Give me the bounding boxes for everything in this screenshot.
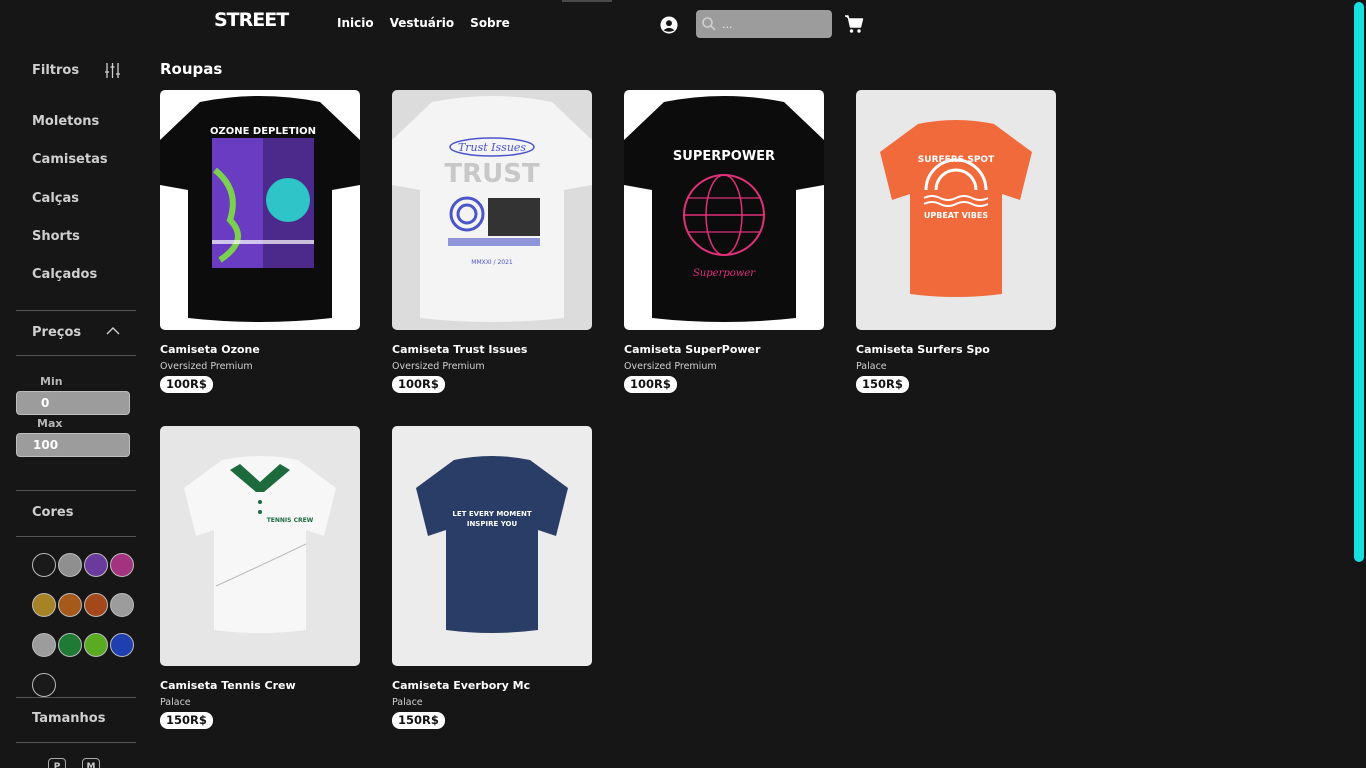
product-image[interactable]: LET EVERY MOMENT INSPIRE YOU <box>392 426 592 666</box>
product-brand: Palace <box>160 697 191 708</box>
min-price-input[interactable] <box>16 391 130 415</box>
logo[interactable]: STREET <box>214 9 289 31</box>
color-swatch[interactable] <box>110 593 134 617</box>
svg-text:SUPERPOWER: SUPERPOWER <box>673 149 775 164</box>
product-brand: Palace <box>392 697 423 708</box>
nav-sobre[interactable]: Sobre <box>470 16 510 30</box>
color-swatch[interactable] <box>58 553 82 577</box>
category-shorts[interactable]: Shorts <box>32 229 80 244</box>
product-image[interactable]: TENNIS CREW <box>160 426 360 666</box>
product-brand: Palace <box>856 361 887 372</box>
max-price-label: Max <box>37 417 63 430</box>
page-title: Roupas <box>160 60 223 78</box>
product-card[interactable]: LET EVERY MOMENT INSPIRE YOU Camiseta Ev… <box>392 426 592 731</box>
color-swatch[interactable] <box>58 633 82 657</box>
product-name[interactable]: Camiseta Surfers Spo <box>856 343 1056 356</box>
search-input[interactable] <box>722 15 826 33</box>
main-nav: Inicio Vestuário Sobre <box>337 16 526 30</box>
cart-icon[interactable] <box>844 14 864 34</box>
svg-text:Superpower: Superpower <box>693 268 756 279</box>
sizes-heading: Tamanhos <box>32 711 106 726</box>
product-name[interactable]: Camiseta Tennis Crew <box>160 679 360 692</box>
divider <box>16 697 136 698</box>
divider <box>16 490 136 491</box>
svg-text:TRUST: TRUST <box>444 159 540 189</box>
divider <box>16 742 136 743</box>
product-name[interactable]: Camiseta Trust Issues <box>392 343 592 356</box>
product-card[interactable]: Trust Issues TRUST MMXXI / 2021 Camiseta… <box>392 90 592 395</box>
top-bar: STREET Inicio Vestuário Sobre <box>0 0 1366 48</box>
product-brand: Oversized Premium <box>160 361 253 372</box>
product-price: 100R$ <box>624 376 677 393</box>
product-brand: Oversized Premium <box>392 361 485 372</box>
divider <box>16 536 136 537</box>
color-swatch[interactable] <box>58 593 82 617</box>
color-swatch[interactable] <box>110 553 134 577</box>
svg-text:Trust Issues: Trust Issues <box>458 141 526 154</box>
svg-text:TENNIS CREW: TENNIS CREW <box>267 517 314 524</box>
product-price: 150R$ <box>856 376 909 393</box>
size-p-button[interactable]: P <box>48 758 66 768</box>
product-card[interactable]: TENNIS CREW Camiseta Tennis Crew Palace … <box>160 426 360 731</box>
page-scrollbar[interactable] <box>1354 0 1366 768</box>
nav-vestuario[interactable]: Vestuário <box>390 16 455 30</box>
svg-text:INSPIRE YOU: INSPIRE YOU <box>467 520 518 528</box>
size-m-button[interactable]: M <box>82 758 100 768</box>
svg-text:OZONE DEPLETION: OZONE DEPLETION <box>210 126 316 137</box>
product-name[interactable]: Camiseta SuperPower <box>624 343 824 356</box>
product-price: 150R$ <box>160 712 213 729</box>
user-account-icon[interactable] <box>660 16 678 34</box>
product-card[interactable]: OZONE DEPLETION Camiseta Ozone Oversized… <box>160 90 360 395</box>
color-swatch[interactable] <box>84 633 108 657</box>
prices-heading[interactable]: Preços <box>32 325 81 340</box>
svg-text:UPBEAT VIBES: UPBEAT VIBES <box>924 211 988 220</box>
svg-text:MMXXI / 2021: MMXXI / 2021 <box>471 259 513 266</box>
scrollbar-thumb[interactable] <box>1354 2 1364 562</box>
product-card[interactable]: SURFERS SPOT UPBEAT VIBES Camiseta Surfe… <box>856 90 1056 395</box>
product-image[interactable]: Trust Issues TRUST MMXXI / 2021 <box>392 90 592 330</box>
product-price: 100R$ <box>160 376 213 393</box>
color-swatch[interactable] <box>110 633 134 657</box>
color-swatch[interactable] <box>32 633 56 657</box>
color-swatch[interactable] <box>84 553 108 577</box>
color-swatch[interactable] <box>32 553 56 577</box>
product-name[interactable]: Camiseta Ozone <box>160 343 360 356</box>
product-image[interactable]: SUPERPOWER Superpower <box>624 90 824 330</box>
nav-inicio[interactable]: Inicio <box>337 16 374 30</box>
min-price-label: Min <box>40 375 63 388</box>
category-camisetas[interactable]: Camisetas <box>32 152 108 167</box>
colors-heading: Cores <box>32 505 74 520</box>
top-indicator <box>562 0 612 2</box>
sliders-icon[interactable] <box>104 62 121 79</box>
color-swatch[interactable] <box>32 593 56 617</box>
product-image[interactable]: OZONE DEPLETION <box>160 90 360 330</box>
product-price: 150R$ <box>392 712 445 729</box>
category-calcados[interactable]: Calçados <box>32 267 97 282</box>
product-name[interactable]: Camiseta Everbory Mc <box>392 679 592 692</box>
product-brand: Oversized Premium <box>624 361 717 372</box>
filter-sidebar: Filtros Moletons Camisetas Calças Shorts… <box>16 48 136 768</box>
divider <box>16 355 136 356</box>
color-swatch[interactable] <box>32 673 56 697</box>
color-swatch[interactable] <box>84 593 108 617</box>
chevron-up-icon[interactable] <box>106 326 120 336</box>
product-image[interactable]: SURFERS SPOT UPBEAT VIBES <box>856 90 1056 330</box>
product-card[interactable]: SUPERPOWER Superpower Camiseta SuperPowe… <box>624 90 824 395</box>
category-moletons[interactable]: Moletons <box>32 114 99 129</box>
filters-heading: Filtros <box>32 63 80 78</box>
divider <box>16 310 136 311</box>
max-price-input[interactable] <box>16 433 130 457</box>
category-calcas[interactable]: Calças <box>32 191 79 206</box>
svg-text:LET EVERY MOMENT: LET EVERY MOMENT <box>452 510 531 518</box>
search-icon <box>702 17 716 31</box>
product-price: 100R$ <box>392 376 445 393</box>
search-box[interactable] <box>696 10 832 38</box>
